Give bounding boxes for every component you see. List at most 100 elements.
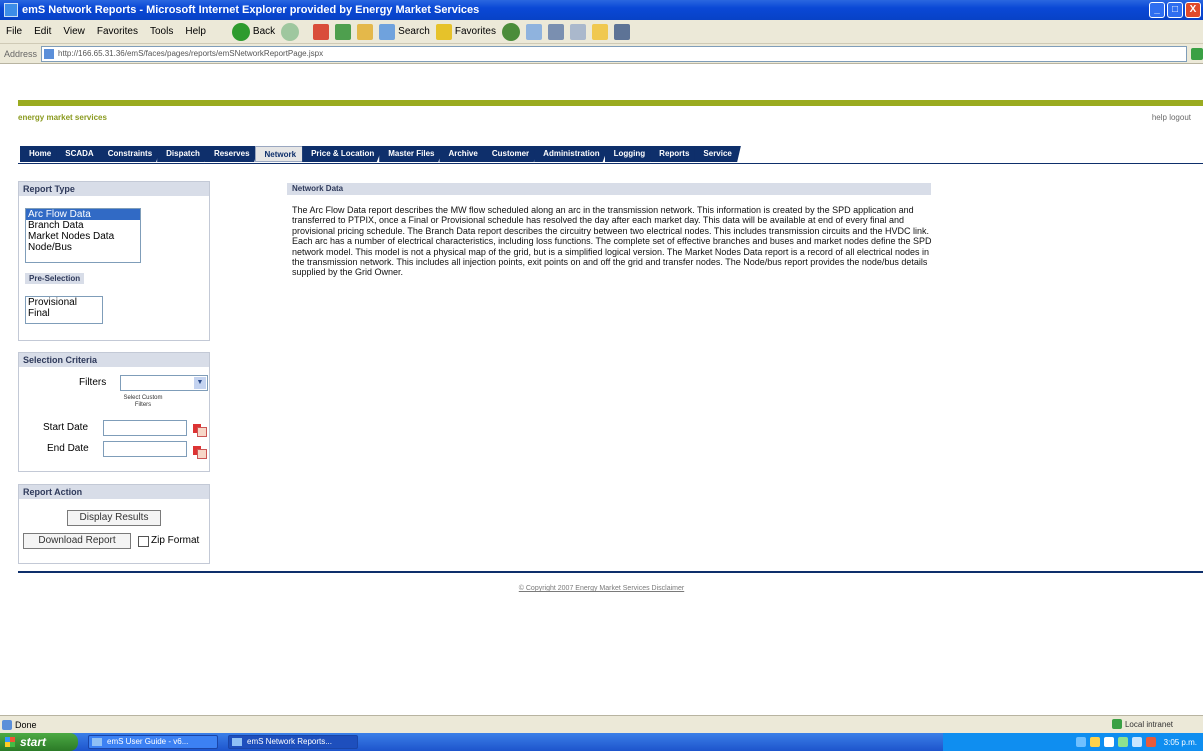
address-label: Address [4,48,38,59]
start-date-label: Start Date [43,422,89,433]
search-button[interactable]: Search [379,23,430,40]
report-type-title: Report Type [19,182,209,196]
menu-tools[interactable]: Tools [144,26,179,37]
status-bar: Done Local intranet [0,715,1203,733]
report-option-branch[interactable]: Branch Data [26,220,140,231]
edit-icon [569,23,586,40]
start-date-input[interactable] [103,420,187,436]
end-date-calendar-icon[interactable] [193,445,207,459]
address-input[interactable]: http://166.65.31.36/emS/faces/pages/repo… [41,45,1188,62]
zip-format-label: Zip Format [151,535,200,546]
report-option-market-nodes[interactable]: Market Nodes Data [26,231,140,242]
tray-app-icon[interactable] [1103,737,1114,747]
pre-selection-list[interactable]: Provisional Final [25,296,103,324]
tab-master-files[interactable]: Master Files [379,146,444,162]
minimize-button[interactable]: _ [1149,2,1165,18]
report-option-arc-flow[interactable]: Arc Flow Data [26,209,140,220]
research-button[interactable] [613,23,630,40]
filters-select[interactable]: ▼ [120,375,208,391]
favorites-button[interactable]: Favorites [435,23,496,40]
display-results-button[interactable]: Display Results [67,510,161,526]
go-icon[interactable] [1191,47,1203,60]
download-report-button[interactable]: Download Report [23,533,131,549]
report-option-node-bus[interactable]: Node/Bus [26,242,140,253]
folder-button[interactable] [591,23,608,40]
stop-icon [313,23,330,40]
menu-bar: File Edit View Favorites Tools Help Back… [0,20,1203,44]
report-type-list[interactable]: Arc Flow Data Branch Data Market Nodes D… [25,208,141,263]
maximize-button[interactable]: □ [1167,2,1183,18]
window-title: emS Network Reports - Microsoft Internet… [22,4,480,16]
tab-price-location[interactable]: Price & Location [302,146,384,162]
help-logout-links[interactable]: help logout [1152,113,1191,122]
taskbar-clock: 3:05 p.m. [1163,737,1197,747]
tray-network-icon[interactable] [1075,737,1086,747]
close-button[interactable]: X [1185,2,1201,18]
back-label: Back [252,26,276,37]
selection-criteria-title: Selection Criteria [19,353,209,367]
start-date-calendar-icon[interactable] [193,423,207,437]
tab-underline [18,163,1203,164]
menu-edit[interactable]: Edit [28,26,57,37]
taskbar-item-user-guide[interactable]: emS User Guide - v6... [88,735,218,749]
pre-selection-provisional[interactable]: Provisional [26,297,102,308]
header-bar [18,100,1203,106]
tray-volume-icon[interactable] [1131,737,1142,747]
home-button[interactable] [357,23,374,40]
tray-status-icon[interactable] [1117,737,1128,747]
favorites-label: Favorites [454,26,496,37]
forward-arrow-icon [281,22,300,41]
tab-archive[interactable]: Archive [439,146,487,162]
search-icon [379,23,396,40]
print-icon [547,23,564,40]
forward-button[interactable] [281,22,300,41]
research-icon [613,23,630,40]
filters-label: Filters [79,377,107,388]
menu-view[interactable]: View [57,26,91,37]
tab-administration[interactable]: Administration [534,146,609,162]
tab-network[interactable]: Network [254,146,307,162]
system-tray: 3:05 p.m. [943,733,1203,751]
copyright-link[interactable]: © Copyright 2007 Energy Market Services … [0,585,1203,592]
report-type-panel: Report Type Arc Flow Data Branch Data Ma… [18,181,210,341]
footer-divider [18,571,1203,573]
refresh-button[interactable] [335,23,352,40]
status-text: Done [15,719,37,730]
taskbar-item-network-reports[interactable]: emS Network Reports... [228,735,358,749]
menu-file[interactable]: File [0,26,28,37]
mail-button[interactable] [525,23,542,40]
ie-icon [4,3,18,17]
back-button[interactable]: Back [231,22,276,41]
tab-home[interactable]: Home [20,146,61,162]
end-date-label: End Date [47,443,89,454]
network-data-heading: Network Data [287,183,931,195]
tab-constraints[interactable]: Constraints [98,146,162,162]
main-tabs: Home SCADA Constraints Dispatch Reserves… [20,146,741,162]
edit-button[interactable] [569,23,586,40]
end-date-input[interactable] [103,441,187,457]
tray-alert-icon[interactable] [1145,737,1156,747]
menu-help[interactable]: Help [179,26,212,37]
back-arrow-icon [231,22,250,41]
start-button[interactable]: start [0,733,78,751]
stop-button[interactable] [313,23,330,40]
print-button[interactable] [547,23,564,40]
pre-selection-final[interactable]: Final [26,308,102,319]
selection-criteria-panel: Selection Criteria Filters ▼ Select Cust… [18,352,210,472]
tab-logging[interactable]: Logging [604,146,655,162]
tray-security-icon[interactable] [1089,737,1100,747]
network-data-description: The Arc Flow Data report describes the M… [292,205,932,278]
tab-dispatch[interactable]: Dispatch [157,146,209,162]
tab-customer[interactable]: Customer [482,146,539,162]
brand-logo-text: energy market services [18,113,107,122]
refresh-icon [335,23,352,40]
history-button[interactable] [501,22,520,41]
tab-scada[interactable]: SCADA [56,146,103,162]
menu-favorites[interactable]: Favorites [91,26,144,37]
zip-format-checkbox[interactable] [138,536,149,547]
tab-reserves[interactable]: Reserves [204,146,259,162]
tab-reports[interactable]: Reports [650,146,699,162]
tab-service[interactable]: Service [694,146,741,162]
taskbar: start emS User Guide - v6... emS Network… [0,733,1203,751]
home-icon [357,23,374,40]
